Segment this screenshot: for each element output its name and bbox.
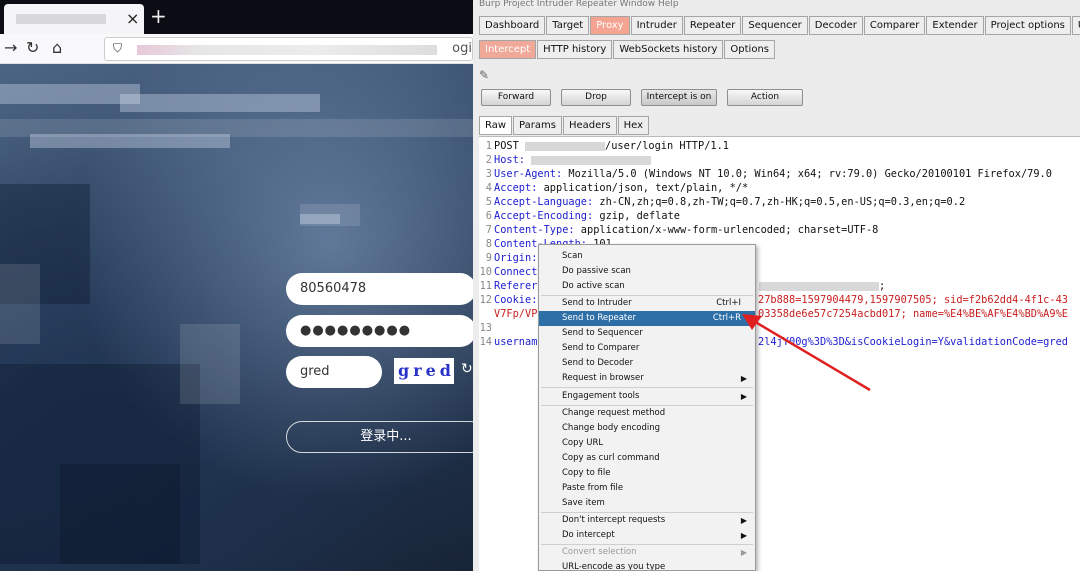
request-line-4: 4 Accept: application/json, text/plain, *… (485, 182, 749, 194)
menu-item-change-request-method[interactable]: Change request method (539, 406, 755, 421)
request-line-7: 7 Content-Type: application/x-www-form-ur… (485, 224, 879, 236)
shield-icon[interactable]: ⛉ (113, 41, 122, 56)
drop-button[interactable]: Drop (561, 89, 631, 106)
menu-item-copy-url[interactable]: Copy URL (539, 436, 755, 451)
url-tail-text: ogi (452, 41, 472, 56)
tab-dashboard[interactable]: Dashboard (479, 16, 546, 35)
tab-websockets-history[interactable]: WebSockets history (613, 40, 724, 59)
menu-item-convert-selection: Convert selection ▶ (539, 545, 755, 560)
request-line-2: 2 Host: (479, 153, 652, 167)
submenu-arrow-icon: ▶ (740, 531, 747, 540)
menu-item-do-intercept[interactable]: Do intercept ▶ (539, 528, 755, 543)
tab-title-redacted (16, 14, 106, 24)
username-input[interactable]: 80560478 (286, 273, 473, 305)
tab-target[interactable]: Target (546, 16, 590, 35)
menu-item-paste-from-file[interactable]: Paste from file (539, 481, 755, 496)
menu-item-dont-intercept[interactable]: Don't intercept requests ▶ (539, 513, 755, 528)
tab-decoder[interactable]: Decoder (808, 16, 863, 35)
intercept-toggle-button[interactable]: Intercept is on (641, 89, 717, 106)
menu-item-scan[interactable]: Scan (539, 249, 755, 264)
context-menu: Scan Do passive scan Do active scan Send… (538, 244, 756, 571)
request-line-9: 9 Origin: (485, 252, 538, 264)
browser-window: × + → ↻ ⌂ ⛉ ogi 80560478 ●●●●●●●●● gred … (0, 0, 473, 571)
menu-item-send-to-comparer[interactable]: Send to Comparer (539, 341, 755, 356)
tab-http-history[interactable]: HTTP history (537, 40, 613, 59)
menu-item-url-encode-as-you-type[interactable]: URL-encode as you type (539, 560, 755, 570)
close-tab-icon[interactable]: × (126, 9, 139, 28)
request-line-14: 14 username (479, 336, 544, 348)
password-input[interactable]: ●●●●●●●●● (286, 315, 473, 347)
home-icon[interactable]: ⌂ (52, 38, 62, 57)
action-button[interactable]: Action (727, 89, 803, 106)
captcha-image[interactable]: gred (394, 358, 454, 384)
tab-proxy-options[interactable]: Options (724, 40, 775, 59)
menu-item-copy-to-file[interactable]: Copy to file (539, 466, 755, 481)
captcha-refresh-icon[interactable]: ↻ (461, 361, 473, 377)
request-line-10: 10 Connecti (479, 266, 544, 278)
menu-item-copy-as-curl[interactable]: Copy as curl command (539, 451, 755, 466)
request-line-5: 5 Accept-Language: zh-CN,zh;q=0.8,zh-TW;q… (485, 196, 966, 208)
browser-nav-bar: → ↻ ⌂ ⛉ ogi (0, 34, 473, 64)
url-redacted (137, 45, 437, 55)
tab-proxy[interactable]: Proxy (590, 16, 630, 35)
request-line-3: 3 User-Agent: Mozilla/5.0 (Windows NT 10.… (485, 168, 1052, 180)
request-line-11: 11 Referer: (479, 280, 544, 292)
menu-item-send-to-repeater[interactable]: Send to Repeater Ctrl+R (539, 311, 755, 326)
browser-tab-bar: × + (0, 0, 473, 34)
menu-item-send-to-sequencer[interactable]: Send to Sequencer (539, 326, 755, 341)
tab-project-options[interactable]: Project options (984, 16, 1071, 35)
tab-extender[interactable]: Extender (926, 16, 984, 35)
burp-menu-bar[interactable]: Burp Project Intruder Repeater Window He… (473, 0, 1080, 12)
tab-intercept[interactable]: Intercept (479, 40, 537, 59)
tab-intruder[interactable]: Intruder (630, 16, 683, 35)
menu-item-send-to-intruder[interactable]: Send to Intruder Ctrl+I (539, 296, 755, 311)
menu-item-change-body-encoding[interactable]: Change body encoding (539, 421, 755, 436)
message-view-tab-bar: Raw Params Headers Hex (479, 116, 650, 135)
forward-arrow-icon[interactable]: → (4, 38, 17, 57)
captcha-input[interactable]: gred (286, 356, 382, 388)
tab-params[interactable]: Params (513, 116, 562, 135)
annotation-arrow-icon (742, 314, 871, 392)
proxy-sub-tab-bar: Intercept HTTP history WebSockets histor… (479, 40, 776, 59)
forward-button[interactable]: Forward (481, 89, 551, 106)
cookie-cont-left: V7Fp/VPS (494, 308, 544, 320)
tab-user-options[interactable]: User options (1071, 16, 1080, 35)
reload-icon[interactable]: ↻ (26, 38, 39, 57)
menu-item-send-to-decoder[interactable]: Send to Decoder (539, 356, 755, 371)
tab-headers[interactable]: Headers (562, 116, 617, 135)
menu-item-engagement-tools[interactable]: Engagement tools ▶ (539, 389, 755, 404)
menu-item-active-scan[interactable]: Do active scan (539, 279, 755, 294)
main-tab-bar: Dashboard Target Proxy Intruder Repeater… (479, 16, 1080, 35)
request-line-13: 13 (479, 322, 492, 334)
browser-tab[interactable]: × (4, 4, 144, 34)
menu-item-save-item[interactable]: Save item (539, 496, 755, 511)
submenu-arrow-icon: ▶ (740, 548, 747, 557)
tab-repeater[interactable]: Repeater (683, 16, 742, 35)
pencil-icon: ✎ (479, 68, 490, 82)
submenu-arrow-icon: ▶ (740, 516, 747, 525)
tab-comparer[interactable]: Comparer (863, 16, 926, 35)
menu-item-passive-scan[interactable]: Do passive scan (539, 264, 755, 279)
referer-tail: ; (759, 279, 885, 293)
request-line-6: 6 Accept-Encoding: gzip, deflate (485, 210, 680, 222)
tab-raw[interactable]: Raw (479, 116, 513, 135)
new-tab-icon[interactable]: + (150, 4, 167, 28)
tab-hex[interactable]: Hex (617, 116, 649, 135)
cookie-value: 27b888=1597904479,1597907505; sid=f2b62d… (758, 294, 1068, 306)
request-line-12: 12 Cookie: (479, 294, 538, 306)
url-bar[interactable]: ⛉ ogi (104, 37, 473, 61)
menu-item-request-in-browser[interactable]: Request in browser ▶ (539, 371, 755, 386)
login-button[interactable]: 登录中... (286, 421, 473, 453)
request-line-1: 1 POST /user/login HTTP/1.1 (485, 140, 730, 152)
tab-sequencer[interactable]: Sequencer (742, 16, 808, 35)
